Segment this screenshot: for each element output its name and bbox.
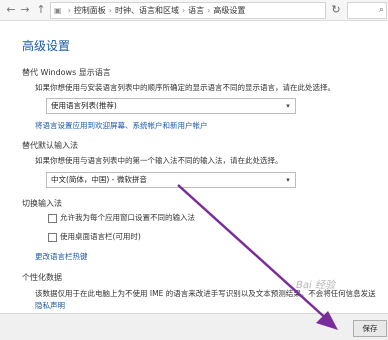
arrow-shaft	[177, 184, 331, 323]
annotation-arrow	[177, 184, 338, 330]
